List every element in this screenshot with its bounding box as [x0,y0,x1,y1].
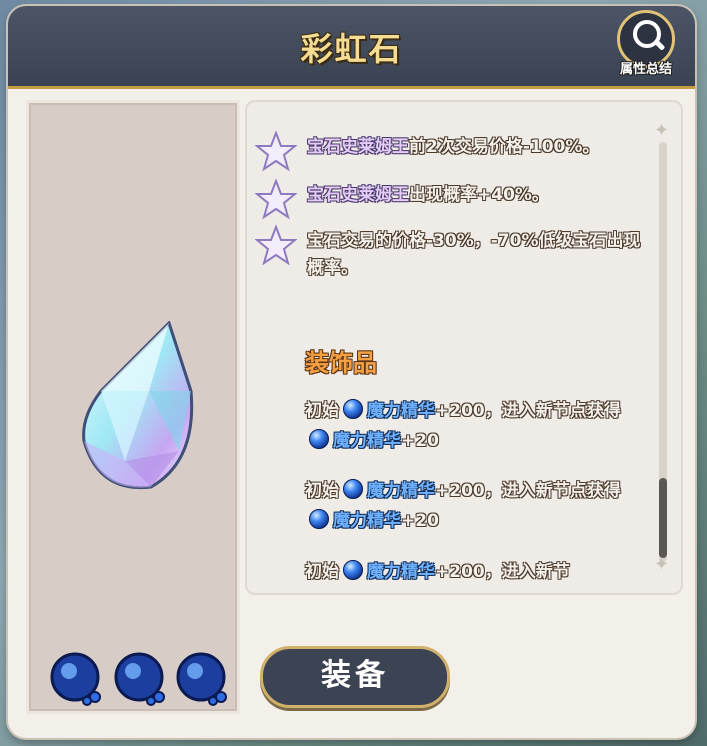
attribute-summary-label: 属性总结 [619,62,672,77]
decoration-entry: 初始 魔力精华+200，进入新节点获得魔力精华+20 [305,479,621,531]
decoration-title: 装饰品 [305,349,377,377]
scroll-up-icon[interactable]: ✦ [654,120,669,141]
scrollbar-thumb[interactable] [659,478,667,558]
star-icon [255,130,297,172]
blue-gem-icon[interactable] [49,651,105,707]
equip-button[interactable]: 装备 [260,646,450,708]
item-preview-panel [26,100,240,714]
mana-orb-icon [343,560,363,580]
mana-orb-icon [343,479,363,499]
item-detail-panel: 彩虹石 宝石史莱姆王前2次交易价格-100%。 宝石史莱姆王出现概率+40%。 … [8,6,695,738]
mana-orb-icon [309,429,329,449]
decoration-entry: 初始 魔力精华+200，进入新节 [305,560,570,582]
star-icon [255,224,297,266]
header-bar: 彩虹石 [8,6,695,89]
item-title: 彩虹石 [300,30,403,68]
scroll-down-icon[interactable]: ✦ [654,554,669,575]
description-panel[interactable]: 宝石史莱姆王前2次交易价格-100%。 宝石史莱姆王出现概率+40%。 宝石交易… [245,100,683,595]
decoration-entry: 初始 魔力精华+200，进入新节点获得魔力精华+20 [305,399,621,451]
blue-gem-icon[interactable] [175,651,231,707]
star-icon [255,178,297,220]
rainbow-stone-icon [82,321,194,490]
mana-orb-icon [309,509,329,529]
blue-gem-icon[interactable] [113,651,169,707]
mana-orb-icon [343,399,363,419]
